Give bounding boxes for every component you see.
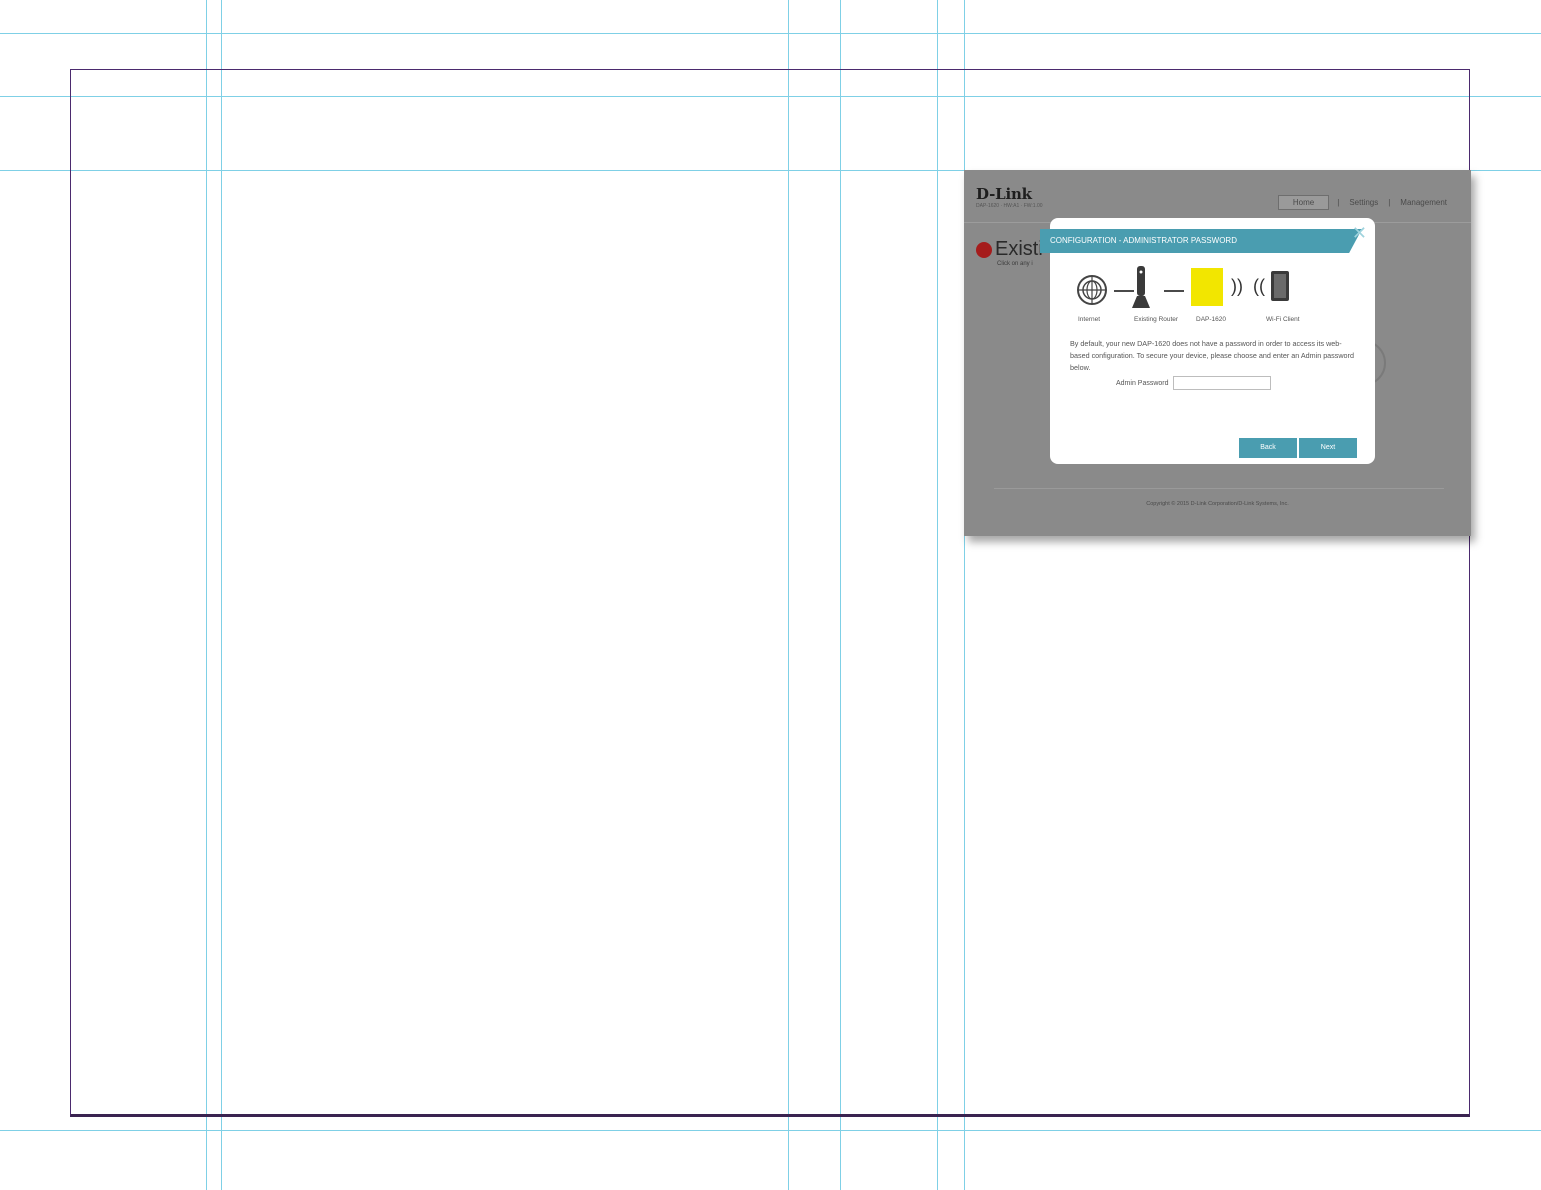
router-icon bbox=[1132, 266, 1150, 308]
tablet-icon bbox=[1271, 271, 1289, 301]
layout-guide-horizontal bbox=[0, 1130, 1541, 1131]
admin-password-input[interactable] bbox=[1172, 376, 1271, 390]
dlink-logo: D-Link bbox=[976, 185, 1032, 203]
top-nav: Home | Settings | Management bbox=[1277, 195, 1455, 210]
close-icon[interactable]: ✕ bbox=[1352, 224, 1367, 242]
network-diagram: )) (( Internet Existing Router DAP-1620 … bbox=[1076, 266, 1356, 344]
globe-icon bbox=[1077, 275, 1107, 305]
diagram-label-dap: DAP-1620 bbox=[1196, 316, 1226, 323]
dialog-description: By default, your new DAP-1620 does not h… bbox=[1070, 339, 1354, 372]
dialog-title: CONFIGURATION - ADMINISTRATOR PASSWORD bbox=[1040, 229, 1362, 253]
nav-home[interactable]: Home bbox=[1277, 195, 1330, 210]
wifi-signal-icon: )) bbox=[1231, 276, 1243, 296]
next-button[interactable]: Next bbox=[1299, 438, 1357, 458]
admin-password-label: Admin Password bbox=[1116, 379, 1169, 387]
password-row: Admin Password bbox=[1116, 376, 1271, 390]
connector-line bbox=[1164, 290, 1184, 292]
nav-management[interactable]: Management bbox=[1392, 195, 1455, 210]
diagram-label-internet: Internet bbox=[1078, 316, 1101, 323]
back-button[interactable]: Back bbox=[1239, 438, 1297, 458]
page-title: Existi bbox=[995, 238, 1043, 260]
footer-divider bbox=[994, 488, 1444, 489]
copyright-text: Copyright © 2015 D-Link Corporation/D-Li… bbox=[1146, 501, 1289, 507]
page-heading: Existi bbox=[976, 238, 1043, 261]
device-info: DAP-1620 · HW:A1 · FW:1.00 bbox=[976, 203, 1043, 209]
diagram-label-client: Wi-Fi Client bbox=[1266, 316, 1300, 323]
status-dot-icon bbox=[976, 241, 992, 258]
diagram-label-router: Existing Router bbox=[1134, 316, 1179, 323]
app-header: D-Link DAP-1620 · HW:A1 · FW:1.00 Home |… bbox=[964, 170, 1471, 223]
layout-guide-horizontal bbox=[0, 33, 1541, 34]
wifi-signal-icon: (( bbox=[1253, 276, 1265, 296]
admin-password-dialog: CONFIGURATION - ADMINISTRATOR PASSWORD ✕… bbox=[1040, 218, 1375, 464]
nav-settings[interactable]: Settings bbox=[1341, 195, 1386, 210]
access-point-icon bbox=[1191, 268, 1223, 306]
router-ui-screenshot: D-Link DAP-1620 · HW:A1 · FW:1.00 Home |… bbox=[964, 170, 1471, 536]
page-hint: Click on any i bbox=[997, 261, 1033, 267]
